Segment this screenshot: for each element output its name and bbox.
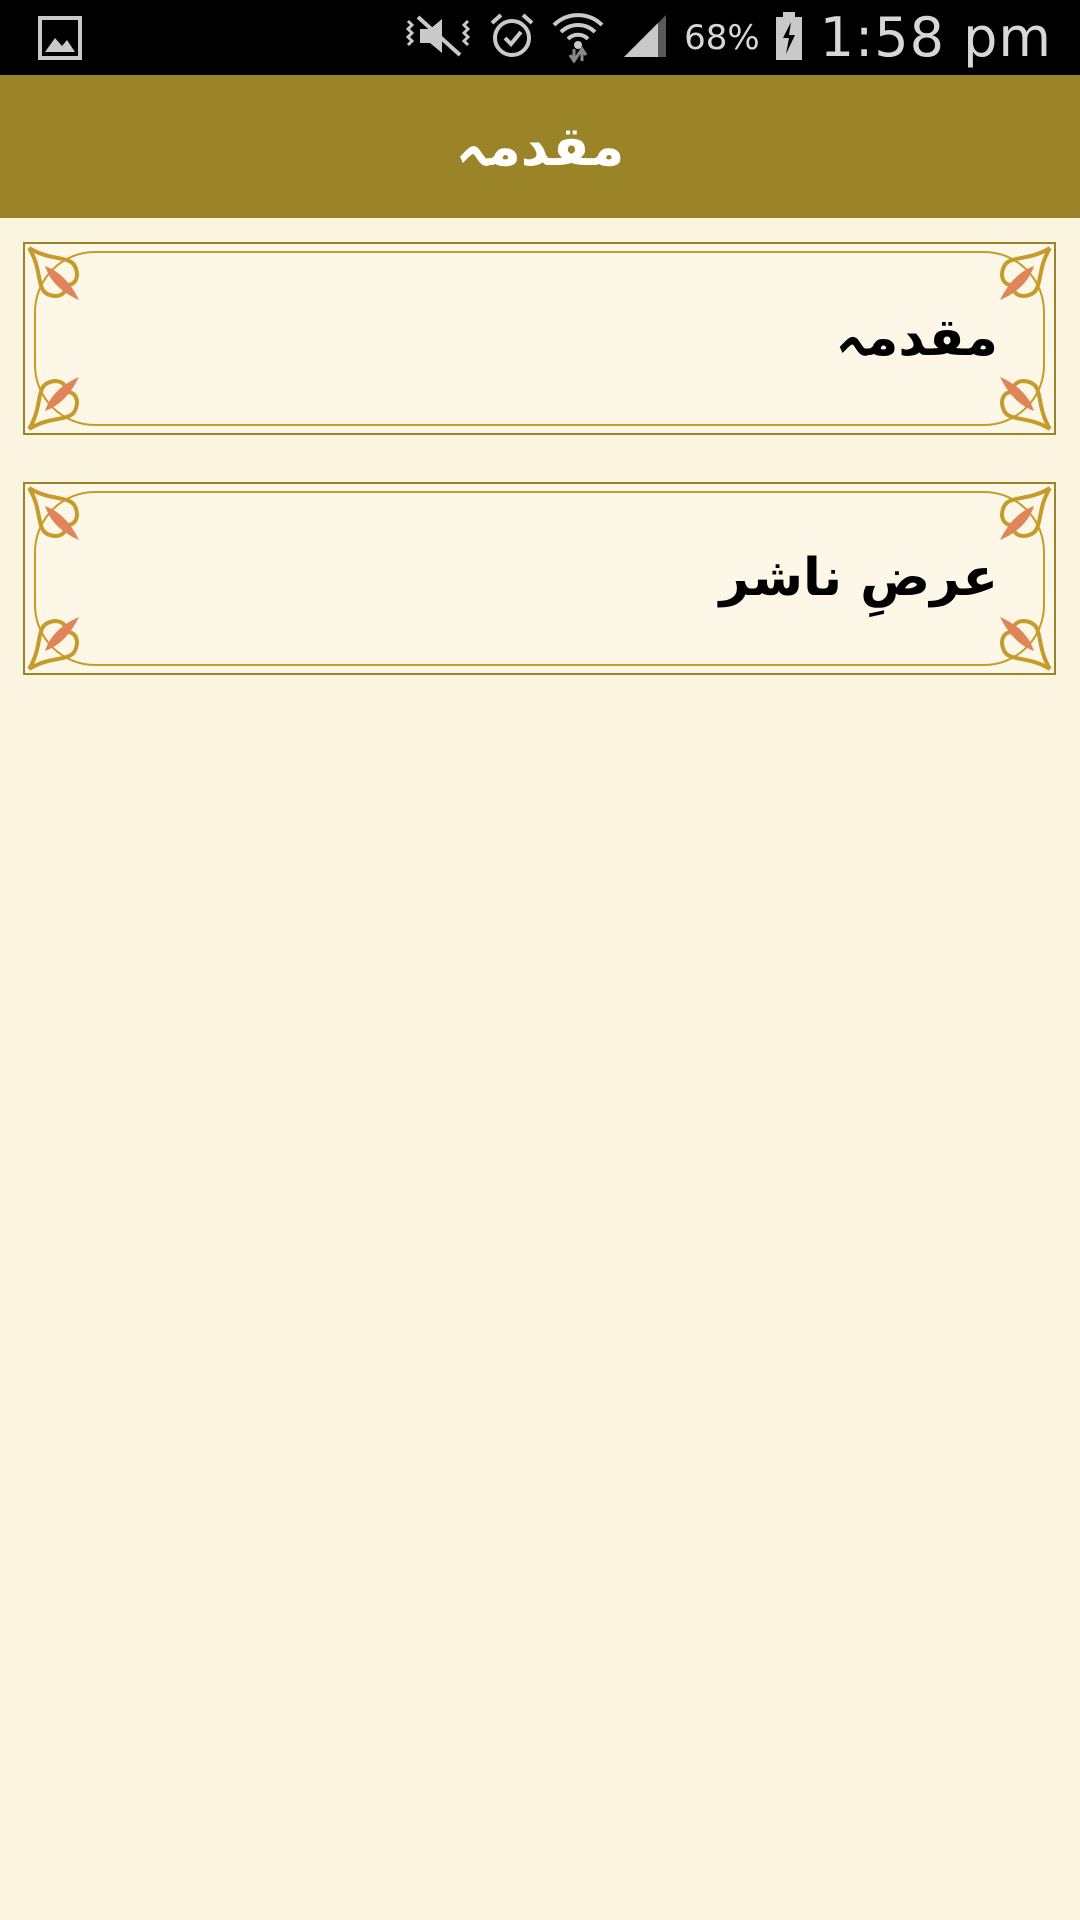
list-item-label: مقدمہ xyxy=(835,307,998,368)
page-title: مقدمہ xyxy=(455,115,625,178)
wifi-icon xyxy=(550,9,606,67)
gallery-icon xyxy=(38,16,82,60)
status-bar: 68% 1:58 pm xyxy=(0,0,1080,75)
signal-icon xyxy=(620,11,670,65)
clock: 1:58 pm xyxy=(819,6,1052,69)
battery-percent: 68% xyxy=(684,17,760,58)
chapter-list: مقدمہ عرضِ ناشر xyxy=(23,242,1056,722)
battery-charging-icon xyxy=(774,10,804,66)
mute-vibrate-icon xyxy=(402,11,474,65)
app-bar: مقدمہ xyxy=(0,75,1080,218)
list-item-arz-e-nashir[interactable]: عرضِ ناشر xyxy=(23,482,1056,675)
list-item-muqaddama[interactable]: مقدمہ xyxy=(23,242,1056,435)
alarm-icon xyxy=(488,11,536,65)
list-item-label: عرضِ ناشر xyxy=(719,547,998,608)
